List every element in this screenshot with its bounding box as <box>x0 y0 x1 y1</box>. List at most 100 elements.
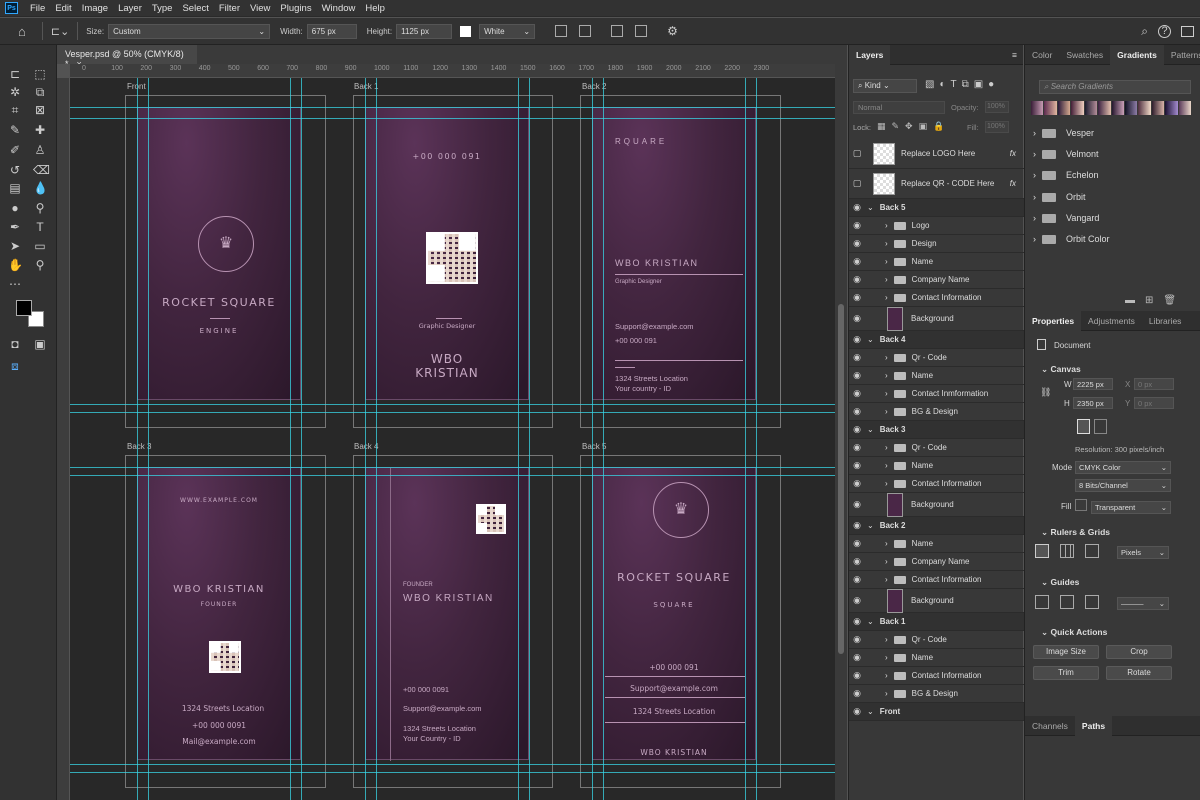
bit-depth-select[interactable]: 8 Bits/Channel ⌄ <box>1075 479 1171 492</box>
zoom-dodge-icon[interactable]: ⚲ <box>33 201 47 215</box>
artboard-label-back1[interactable]: Back 1 <box>354 82 378 91</box>
layer-row[interactable]: ◉ Background <box>849 306 1024 331</box>
layer-row[interactable]: ◉ › Company Name <box>849 553 1024 571</box>
menu-plugins[interactable]: Plugins <box>275 3 316 14</box>
eye-icon[interactable]: ◉ <box>849 256 865 267</box>
chevron-right-icon[interactable]: › <box>885 443 888 452</box>
artboard-back3[interactable]: WWW.EXAMPLE.COM WBO KRISTIAN FOUNDER 132… <box>137 467 301 760</box>
fill-input[interactable]: 100% <box>985 121 1009 133</box>
layer-row[interactable]: ◉ ⌄ Back 5 <box>849 199 1024 217</box>
layer-row[interactable]: ◉ › Name <box>849 457 1024 475</box>
tab-paths[interactable]: Paths <box>1074 715 1113 736</box>
canvas-height-input[interactable]: 2350 px <box>1073 397 1113 409</box>
rulers-grids-title[interactable]: ⌄ Rulers & Grids <box>1041 527 1110 538</box>
eye-icon[interactable]: ◉ <box>849 652 865 663</box>
eye-icon[interactable]: ◉ <box>849 274 865 285</box>
fit-artboard-icon[interactable] <box>579 25 592 37</box>
layer-row[interactable]: ◉ Background <box>849 588 1024 613</box>
guide-vertical[interactable] <box>603 78 604 800</box>
rotate-button[interactable]: Rotate <box>1106 666 1172 680</box>
chevron-right-icon[interactable]: › <box>885 239 888 248</box>
filter-kind-select[interactable]: ⌕ Kind ⌄ <box>853 79 917 93</box>
layer-row[interactable]: ◉ › Contact Information <box>849 475 1024 493</box>
layer-row[interactable]: ◉ › Name <box>849 649 1024 667</box>
layer-thumbnail[interactable] <box>887 492 903 517</box>
gradient-swatch[interactable] <box>1057 101 1071 115</box>
layer-row[interactable]: ◉ ⌄ Back 2 <box>849 517 1024 535</box>
chevron-right-icon[interactable]: › <box>885 461 888 470</box>
artboard-move-tool-icon[interactable]: ⊏ <box>8 67 22 81</box>
eye-icon[interactable]: ◉ <box>849 595 865 606</box>
fill-swatch[interactable] <box>1075 499 1087 511</box>
canvas-y-input[interactable]: 0 px <box>1134 397 1174 409</box>
menu-type[interactable]: Type <box>147 3 178 14</box>
guide-vertical[interactable] <box>756 78 757 800</box>
fill-select[interactable]: Transparent ⌄ <box>1091 501 1171 514</box>
smart-object-thumbnail[interactable] <box>873 172 895 195</box>
guides-title[interactable]: ⌄ Guides <box>1041 577 1079 588</box>
stamp-tool-icon[interactable]: ♙ <box>33 143 47 157</box>
layer-row[interactable]: ◉ › Logo <box>849 217 1024 235</box>
artboard-tool-icon[interactable]: ⊏⌄ <box>51 25 69 38</box>
opacity-input[interactable]: 100% <box>985 101 1009 113</box>
height-input[interactable]: 1125 px <box>396 23 453 39</box>
history-brush-tool-icon[interactable]: ↺ <box>8 163 22 177</box>
screen-mode-icon[interactable]: ▣ <box>33 337 47 351</box>
marquee-tool-icon[interactable]: ⬚ <box>33 67 47 81</box>
object-select-tool-icon[interactable]: ⧉ <box>33 85 47 99</box>
fill-select[interactable]: White ⌄ <box>479 23 536 39</box>
eye-icon[interactable]: ◉ <box>849 388 865 399</box>
eye-icon[interactable]: ◉ <box>849 688 865 699</box>
canvas-x-input[interactable]: 0 px <box>1134 378 1174 390</box>
color-mode-select[interactable]: CMYK Color ⌄ <box>1075 461 1171 474</box>
document-tab[interactable]: Vesper.psd @ 50% (CMYK/8) *× <box>57 45 197 69</box>
portrait-orientation-icon[interactable] <box>1077 419 1090 434</box>
layer-filter-icons[interactable]: ▧◐T⧉▣● <box>925 79 999 90</box>
guide-style-select[interactable]: ——— ⌄ <box>1117 597 1169 610</box>
menu-select[interactable]: Select <box>177 3 213 14</box>
layer-row[interactable]: ◉ Background <box>849 492 1024 517</box>
quick-mask-icon[interactable]: ◘ <box>8 337 22 351</box>
quick-actions-title[interactable]: ⌄ Quick Actions <box>1041 627 1107 638</box>
eye-icon[interactable]: ◉ <box>849 334 865 345</box>
dodge-tool-icon[interactable]: ● <box>8 201 22 215</box>
crop-button[interactable]: Crop <box>1106 645 1172 659</box>
extras-icon[interactable]: ⧈ <box>8 359 22 373</box>
gradient-search-input[interactable]: ⌕ Search Gradients <box>1039 80 1191 94</box>
gradient-folder[interactable]: › Vesper <box>1033 123 1094 143</box>
chevron-down-icon[interactable]: ⌄ <box>867 203 874 212</box>
arrange-icon[interactable] <box>635 25 648 37</box>
eye-icon[interactable]: ◉ <box>849 370 865 381</box>
eye-icon[interactable]: ◉ <box>849 499 865 510</box>
chevron-right-icon[interactable]: › <box>885 671 888 680</box>
guide-vertical[interactable] <box>290 78 291 800</box>
guide-horizontal[interactable] <box>70 772 835 773</box>
eye-icon[interactable]: ◉ <box>849 616 865 627</box>
guide-vertical[interactable] <box>592 78 593 800</box>
chevron-right-icon[interactable]: › <box>885 257 888 266</box>
canvas-section-title[interactable]: ⌄ Canvas <box>1041 364 1081 375</box>
blend-mode-select[interactable]: Normal <box>853 101 945 114</box>
pen-tool-icon[interactable]: ✒ <box>8 220 22 234</box>
gradient-folder[interactable]: › Orbit <box>1033 187 1086 207</box>
layer-row[interactable]: ▢ Replace LOGO Here fx <box>849 139 1024 169</box>
layer-row[interactable]: ◉ › Name <box>849 367 1024 385</box>
layer-row[interactable]: ◉ ⌄ Back 4 <box>849 331 1024 349</box>
chevron-right-icon[interactable]: › <box>885 575 888 584</box>
guide-horizontal[interactable] <box>70 764 835 765</box>
guide-vertical[interactable] <box>365 78 366 800</box>
eye-icon[interactable]: ◉ <box>849 478 865 489</box>
more-tools-icon[interactable]: ⋯ <box>8 277 22 291</box>
layer-row[interactable]: ◉ ⌄ Back 1 <box>849 613 1024 631</box>
workspace-icon[interactable] <box>1181 25 1194 37</box>
layer-effects-icon[interactable]: fx <box>1010 149 1016 158</box>
gradient-swatch[interactable] <box>1124 101 1138 115</box>
scrollbar-thumb[interactable] <box>838 304 844 654</box>
eye-icon[interactable]: ◉ <box>849 574 865 585</box>
chevron-down-icon[interactable]: ⌄ <box>867 521 874 530</box>
guide-vertical[interactable] <box>518 78 519 800</box>
search-icon[interactable]: ⌕ <box>1141 24 1148 39</box>
canvas-width-input[interactable]: 2225 px <box>1073 378 1113 390</box>
tab-swatches[interactable]: Swatches <box>1059 45 1110 65</box>
eye-icon[interactable]: ◉ <box>849 670 865 681</box>
